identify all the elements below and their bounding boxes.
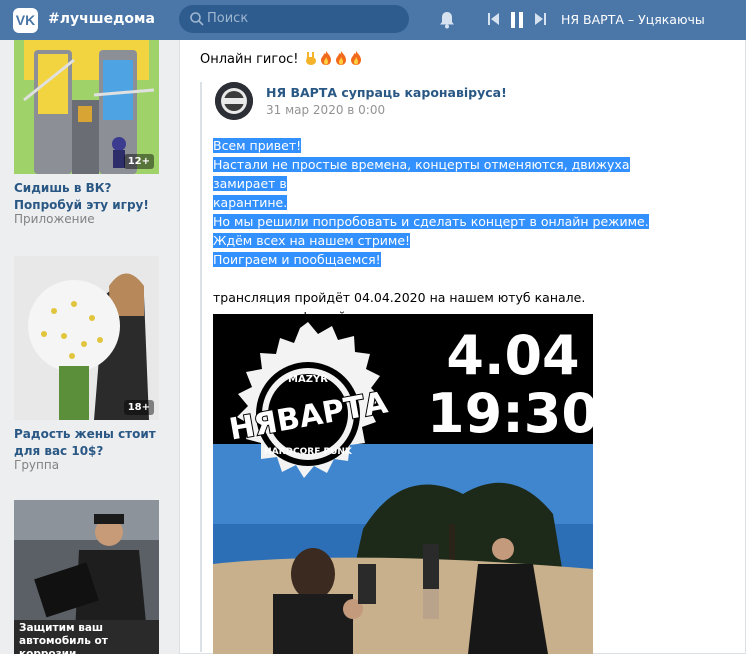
pause-icon[interactable] [511, 12, 523, 28]
ad-image-flowers[interactable]: 18+ [14, 256, 159, 420]
poster-time: 19:30 [427, 382, 593, 445]
header-hashtag[interactable]: #лучшедома [48, 11, 155, 27]
text-line: трансляция пройдёт 04.04.2020 на нашем ю… [213, 290, 586, 305]
vk-logo[interactable]: VK [13, 8, 38, 33]
rock-hand-icon [305, 52, 316, 65]
flowers-photo [14, 256, 159, 420]
ad-type: Группа [14, 458, 60, 472]
ad-image-auto[interactable]: Защитим ваш автомобиль от коррозии [14, 500, 159, 654]
selected-line: Ждём всех на нашем стриме! [213, 233, 411, 248]
fire-icon [335, 51, 346, 65]
repost-body: Всем привет! Настали не простые времена,… [213, 136, 683, 326]
selected-line: Настали не простые времена, концерты отм… [213, 157, 630, 191]
ad-image-game[interactable]: 12+ [14, 40, 159, 174]
post-text: Онлайн гигос! [200, 51, 363, 67]
post-text-content: Онлайн гигос! [200, 52, 299, 67]
selected-line: Но мы решили попробовать и сделать конце… [213, 214, 649, 229]
selected-line: Всем привет! [213, 138, 302, 153]
poster-top-text: MAZYR [288, 374, 328, 385]
selected-line: карантине. [213, 195, 288, 210]
selected-line: Поиграем и пообщаемся! [213, 252, 381, 267]
poster-bottom-text: HARDCORE PUNK [264, 447, 353, 457]
top-bar: VK #лучшедома Поиск НЯ ВАРТА – Уцякаючы [0, 0, 746, 40]
fire-icon [350, 51, 361, 65]
search-placeholder: Поиск [207, 11, 249, 26]
poster-date: 4.04 [446, 324, 579, 387]
search-icon [190, 12, 204, 26]
previous-track-icon[interactable] [488, 12, 500, 26]
now-playing-track[interactable]: НЯ ВАРТА – Уцякаючы [561, 12, 705, 27]
next-track-icon[interactable] [534, 12, 546, 26]
concert-poster[interactable]: MAZYR НЯВАРТА HARDCORE PUNK 4.04 19:30 [213, 314, 593, 654]
ad-card-game[interactable]: 12+ Сидишь в ВК? Попробуй эту игру! Прил… [14, 40, 159, 233]
fire-icon [320, 51, 331, 65]
ad-card-auto[interactable]: Защитим ваш автомобиль от коррозии [14, 500, 159, 654]
age-badge: 12+ [123, 154, 154, 169]
ad-type: Приложение [14, 212, 95, 226]
repost-date[interactable]: 31 мар 2020 в 0:00 [266, 103, 385, 117]
age-badge: 18+ [123, 400, 154, 415]
ad-title[interactable]: Радость жены стоит для вас 10$? [14, 426, 164, 460]
avatar[interactable] [215, 82, 253, 120]
ad-caption: Защитим ваш автомобиль от коррозии [19, 622, 108, 654]
poster-image: MAZYR НЯВАРТА HARDCORE PUNK 4.04 19:30 [213, 314, 593, 654]
band-avatar-image [215, 82, 253, 120]
post-card: Онлайн гигос! НЯ ВАРТА супраць каронавір… [179, 40, 746, 654]
repost-divider [200, 82, 202, 652]
search-input[interactable]: Поиск [179, 5, 409, 33]
ad-card-flowers[interactable]: 18+ Радость жены стоит для вас 10$? Груп… [14, 256, 159, 476]
repost-author-link[interactable]: НЯ ВАРТА супраць каронавіруса! [266, 85, 507, 100]
ad-title[interactable]: Сидишь в ВК? Попробуй эту игру! [14, 180, 164, 214]
bell-icon[interactable] [437, 10, 457, 30]
